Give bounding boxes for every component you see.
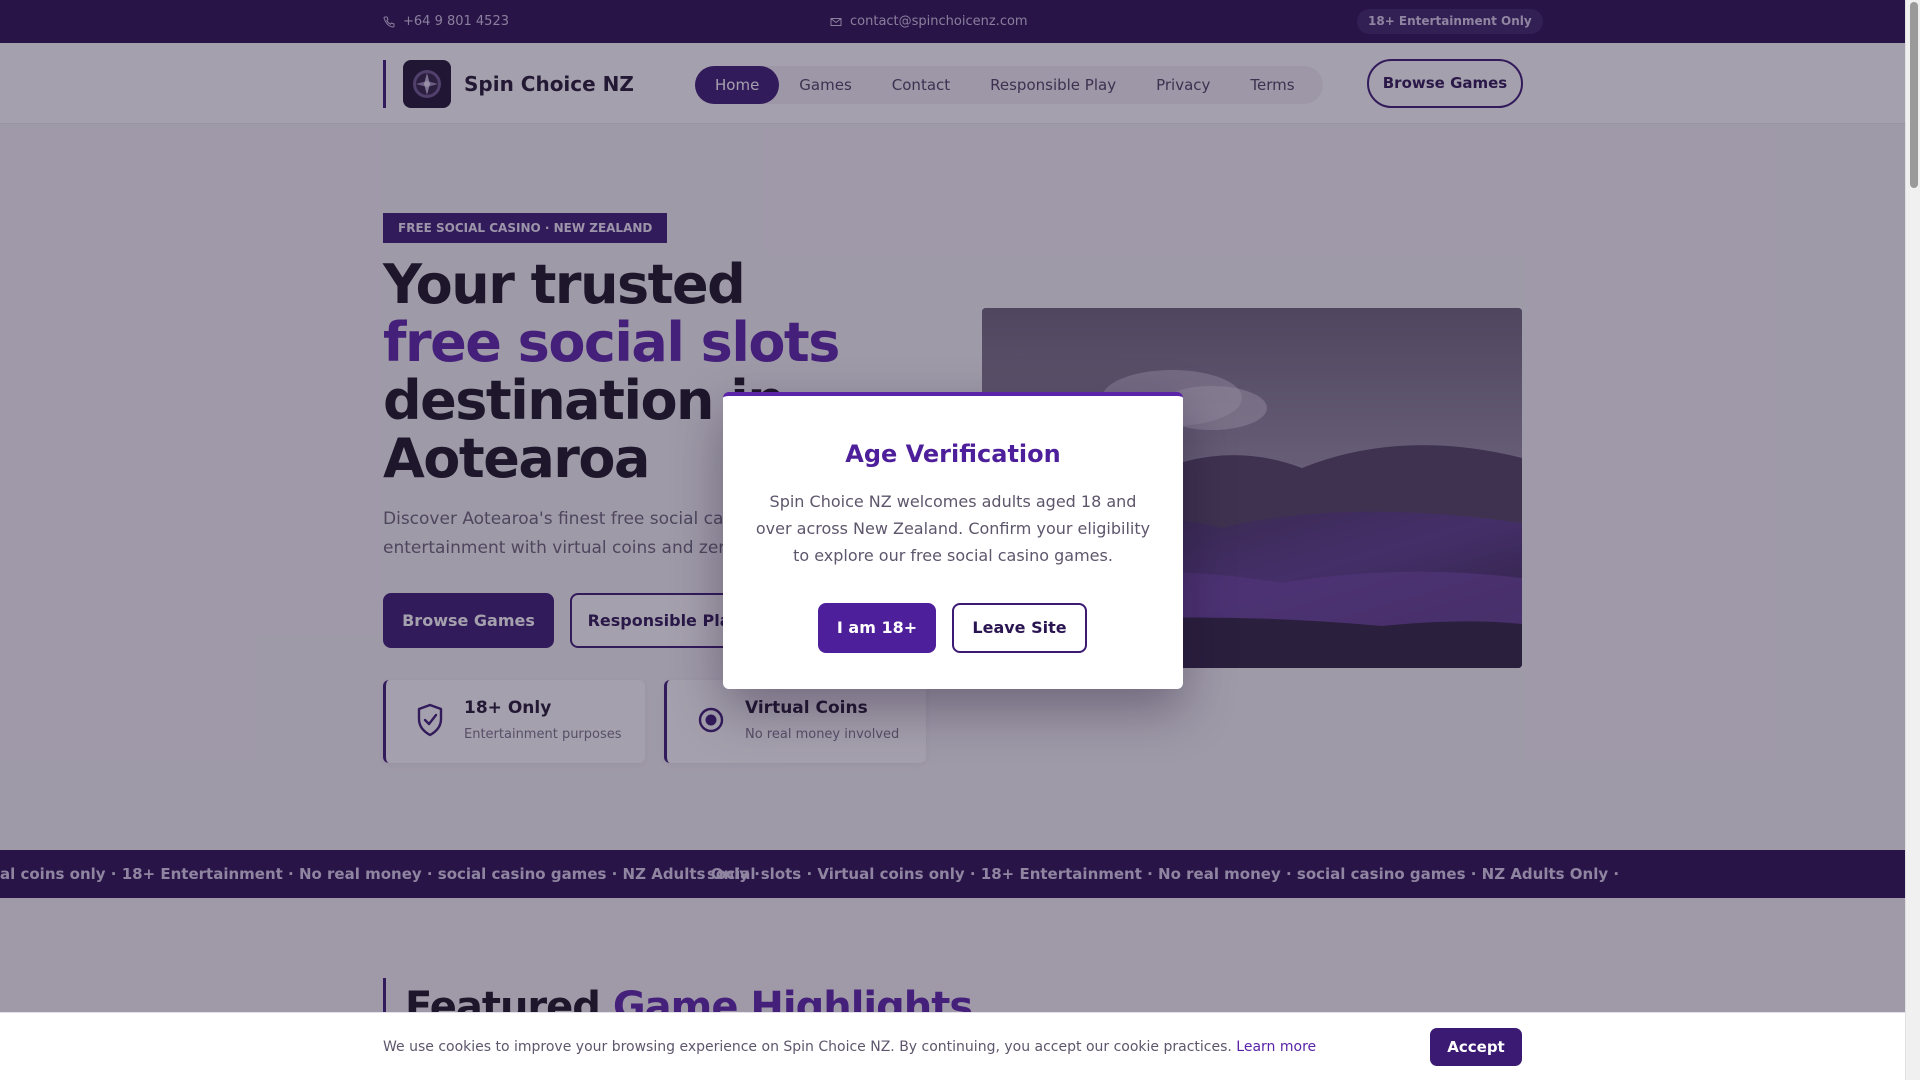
scrollbar-thumb[interactable]: [1910, 2, 1918, 188]
cookie-learn-more-link[interactable]: Learn more: [1236, 1039, 1316, 1055]
modal-body: Spin Choice NZ welcomes adults aged 18 a…: [755, 492, 1151, 565]
cookie-text: We use cookies to improve your browsing …: [383, 1039, 1316, 1055]
page-scrollbar[interactable]: [1905, 0, 1920, 1080]
cookie-message: We use cookies to improve your browsing …: [383, 1039, 1232, 1055]
cookie-banner: We use cookies to improve your browsing …: [0, 1012, 1905, 1080]
age-verification-modal: Age Verification Spin Choice NZ welcomes…: [723, 392, 1183, 689]
leave-site-button[interactable]: Leave Site: [952, 603, 1087, 653]
cookie-accept-button[interactable]: Accept: [1430, 1028, 1522, 1066]
confirm-age-button[interactable]: I am 18+: [818, 603, 936, 653]
modal-title: Age Verification: [845, 440, 1061, 468]
